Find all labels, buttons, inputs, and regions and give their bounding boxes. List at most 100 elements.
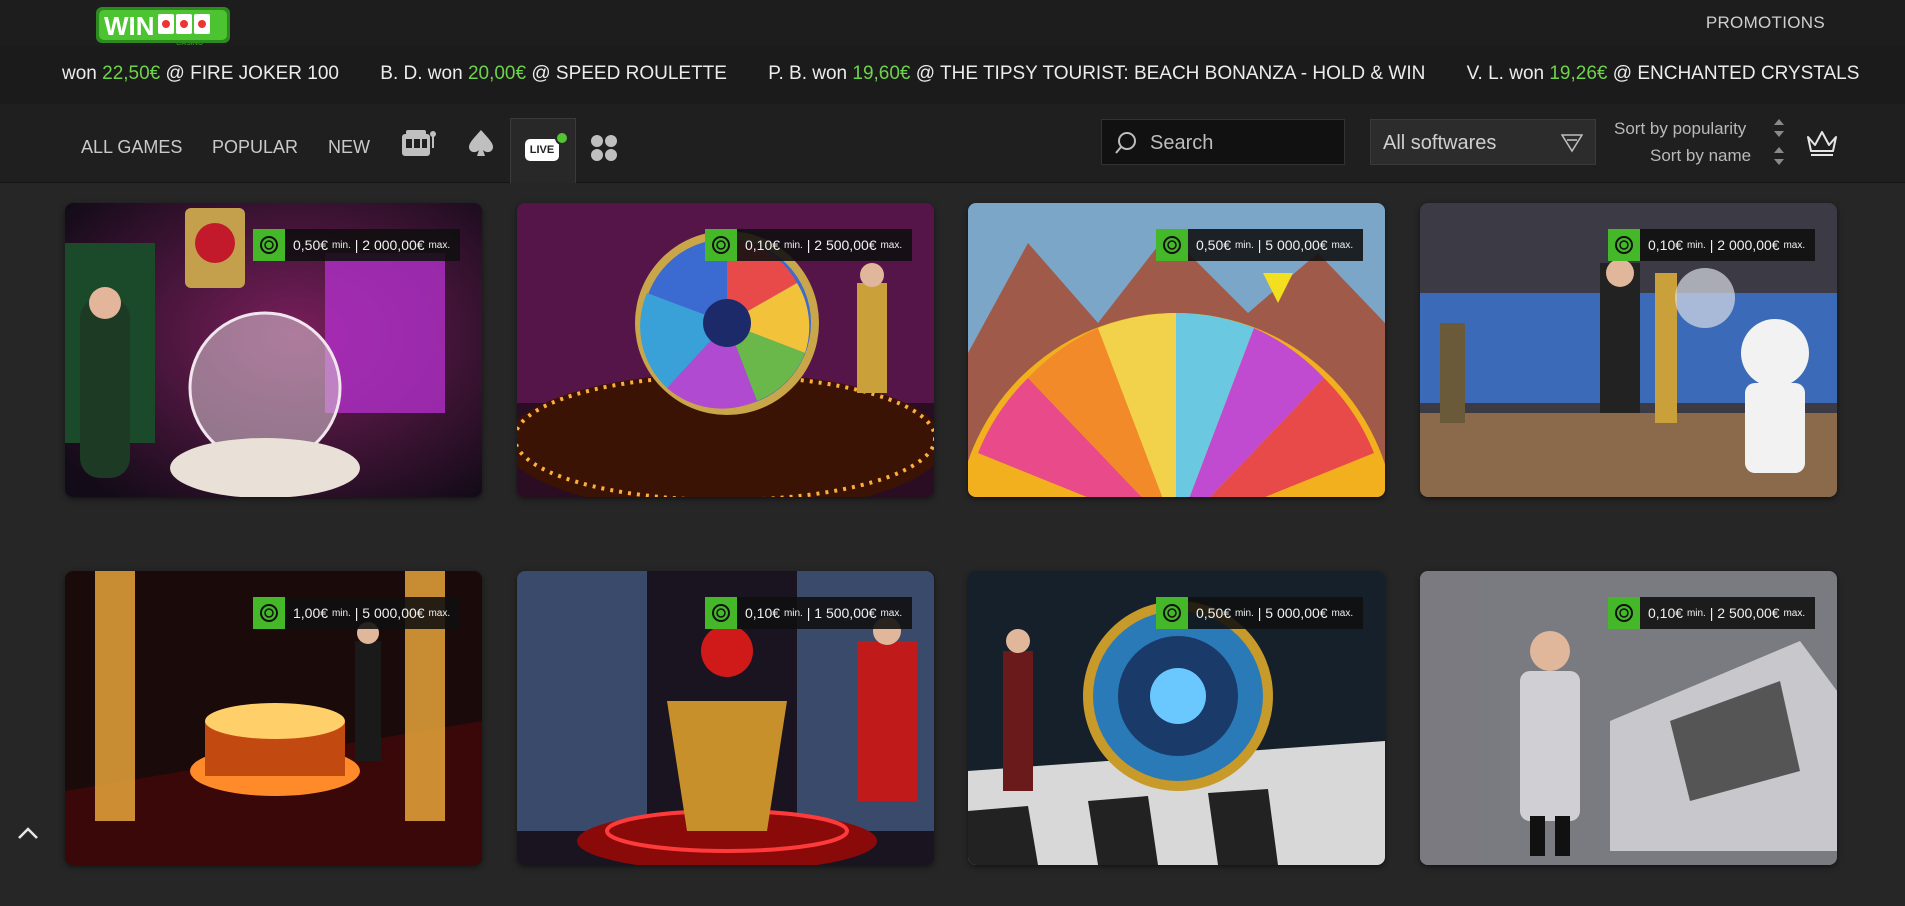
bet-max: 2 000,00€ bbox=[362, 237, 425, 253]
chip-icon bbox=[705, 229, 737, 261]
win-amount: 19,26€ bbox=[1549, 63, 1608, 84]
bet-separator: | bbox=[1257, 237, 1262, 253]
winners-ticker: won 22,50€ @ FIRE JOKER 100 B. D. won 20… bbox=[0, 46, 1905, 105]
bet-limits: 0,50€ min. | 5 000,00€ max. bbox=[1156, 597, 1364, 629]
game-card-money-wheel[interactable]: 0,50€ min. | 5 000,00€ max. bbox=[968, 203, 1385, 497]
scroll-to-top-icon[interactable] bbox=[15, 823, 41, 843]
winner-name: V. L. won bbox=[1466, 63, 1545, 84]
bet-separator: | bbox=[354, 605, 359, 621]
bet-separator: | bbox=[354, 237, 359, 253]
bet-limits: 0,10€ min. | 2 500,00€ max. bbox=[1608, 597, 1816, 629]
chip-icon bbox=[705, 597, 737, 629]
search-box[interactable] bbox=[1101, 119, 1345, 165]
ticker-track: won 22,50€ @ FIRE JOKER 100 B. D. won 20… bbox=[62, 63, 1895, 85]
bet-limits: 0,50€ min. | 2 000,00€ max. bbox=[253, 229, 461, 261]
sort-popularity-arrows-icon[interactable] bbox=[1772, 118, 1786, 138]
bet-min-label: min. bbox=[331, 239, 351, 251]
win-amount: 20,00€ bbox=[467, 63, 527, 84]
live-icon: LIVE bbox=[525, 139, 559, 161]
game-card-lightning-ball[interactable]: 0,50€ min. | 2 000,00€ max. bbox=[65, 203, 482, 497]
tab-all-games[interactable]: ALL GAMES bbox=[81, 137, 182, 158]
chip-icon bbox=[1156, 229, 1188, 261]
bet-min-label: min. bbox=[331, 607, 351, 619]
bet-min-label: min. bbox=[783, 239, 803, 251]
game-card-dream-catcher[interactable]: 0,10€ min. | 2 500,00€ max. bbox=[517, 203, 934, 497]
game-name: @ FIRE JOKER 100 bbox=[165, 63, 339, 84]
grid-icon[interactable] bbox=[590, 134, 618, 162]
tab-live[interactable]: LIVE bbox=[510, 118, 576, 183]
bet-max-label: max. bbox=[428, 239, 451, 251]
bet-max: 2 500,00€ bbox=[814, 237, 877, 253]
bet-max-label: max. bbox=[1331, 607, 1354, 619]
bet-min: 0,50€ bbox=[1196, 237, 1232, 253]
spade-icon[interactable] bbox=[468, 128, 494, 158]
ticker-item[interactable]: won 22,50€ @ FIRE JOKER 100 bbox=[62, 63, 339, 85]
win-amount: 22,50€ bbox=[102, 63, 161, 84]
chip-icon bbox=[253, 229, 285, 261]
bet-max: 5 000,00€ bbox=[1265, 237, 1328, 253]
bet-max-label: max. bbox=[1783, 607, 1806, 619]
game-name: @ THE TIPSY TOURIST: BEACH BONANZA - HOL… bbox=[915, 63, 1426, 84]
bet-limits: 0,10€ min. | 2 000,00€ max. bbox=[1608, 229, 1816, 261]
chip-icon bbox=[1608, 597, 1640, 629]
ticker-item[interactable]: B. D. won 20,00€ @ SPEED ROULETTE bbox=[380, 63, 727, 85]
slot-machine-icon[interactable] bbox=[400, 128, 438, 158]
sort-by-popularity[interactable]: Sort by popularity bbox=[1614, 119, 1746, 139]
game-card-live-game-red[interactable]: 0,10€ min. | 1 500,00€ max. bbox=[517, 571, 934, 865]
bet-separator: | bbox=[806, 605, 811, 621]
sort-by-name[interactable]: Sort by name bbox=[1650, 146, 1751, 166]
bet-limits: 0,50€ min. | 5 000,00€ max. bbox=[1156, 229, 1364, 261]
category-nav: ALL GAMES POPULAR NEW LIVE All softwares… bbox=[0, 104, 1905, 183]
game-card-live-show[interactable]: 0,10€ min. | 2 500,00€ max. bbox=[1420, 571, 1837, 865]
bet-max: 5 000,00€ bbox=[1265, 605, 1328, 621]
winner-name: won bbox=[62, 63, 97, 84]
winner-name: B. D. won bbox=[380, 63, 463, 84]
bet-max-label: max. bbox=[1331, 239, 1354, 251]
crown-icon[interactable] bbox=[1806, 129, 1838, 157]
game-name: @ ENCHANTED CRYSTALS bbox=[1612, 63, 1860, 84]
win-casino-logo[interactable]: WIN CASINO bbox=[96, 5, 230, 47]
bet-max: 5 000,00€ bbox=[362, 605, 425, 621]
bet-separator: | bbox=[1709, 237, 1714, 253]
search-icon bbox=[1115, 132, 1136, 154]
bet-limits: 0,10€ min. | 1 500,00€ max. bbox=[705, 597, 913, 629]
bet-min: 0,50€ bbox=[293, 237, 329, 253]
search-input[interactable] bbox=[1148, 129, 1337, 157]
bet-min-label: min. bbox=[1686, 239, 1706, 251]
game-card-xxxtreme-lightning-roulette[interactable]: 1,00€ min. | 5 000,00€ max. bbox=[65, 571, 482, 865]
bet-max-label: max. bbox=[428, 607, 451, 619]
ticker-item[interactable]: P. B. won 19,60€ @ THE TIPSY TOURIST: BE… bbox=[768, 63, 1425, 85]
bet-limits: 0,10€ min. | 2 500,00€ max. bbox=[705, 229, 913, 261]
bet-min: 0,50€ bbox=[1196, 605, 1232, 621]
chip-icon bbox=[1156, 597, 1188, 629]
win-amount: 19,60€ bbox=[852, 63, 911, 84]
software-filter-dropdown[interactable]: All softwares bbox=[1370, 119, 1596, 165]
chip-icon bbox=[253, 597, 285, 629]
sort-name-arrows-icon[interactable] bbox=[1772, 146, 1786, 166]
top-bar: WIN CASINO PROMOTIONS bbox=[0, 0, 1905, 47]
bet-min: 0,10€ bbox=[745, 237, 781, 253]
bet-min: 0,10€ bbox=[745, 605, 781, 621]
bet-min: 1,00€ bbox=[293, 605, 329, 621]
logo-text: WIN bbox=[104, 11, 155, 41]
software-filter-value: All softwares bbox=[1383, 132, 1497, 154]
bet-separator: | bbox=[1257, 605, 1262, 621]
bet-limits: 1,00€ min. | 5 000,00€ max. bbox=[253, 597, 461, 629]
tab-popular[interactable]: POPULAR bbox=[212, 137, 298, 158]
tab-new[interactable]: NEW bbox=[328, 137, 370, 158]
bet-separator: | bbox=[1709, 605, 1714, 621]
game-card-live-wheel[interactable]: 0,50€ min. | 5 000,00€ max. bbox=[968, 571, 1385, 865]
game-card-monopoly-big-baller[interactable]: 0,10€ min. | 2 000,00€ max. bbox=[1420, 203, 1837, 497]
bet-min: 0,10€ bbox=[1648, 605, 1684, 621]
promotions-link[interactable]: PROMOTIONS bbox=[1706, 13, 1825, 33]
bet-min-label: min. bbox=[1234, 239, 1254, 251]
filter-icon bbox=[1561, 134, 1583, 153]
bet-min: 0,10€ bbox=[1648, 237, 1684, 253]
bet-max-label: max. bbox=[1783, 239, 1806, 251]
bet-min-label: min. bbox=[1234, 607, 1254, 619]
bet-min-label: min. bbox=[783, 607, 803, 619]
game-name: @ SPEED ROULETTE bbox=[531, 63, 727, 84]
ticker-item[interactable]: V. L. won 19,26€ @ ENCHANTED CRYSTALS bbox=[1467, 63, 1860, 85]
bet-max: 1 500,00€ bbox=[814, 605, 877, 621]
winner-name: P. B. won bbox=[768, 63, 848, 84]
